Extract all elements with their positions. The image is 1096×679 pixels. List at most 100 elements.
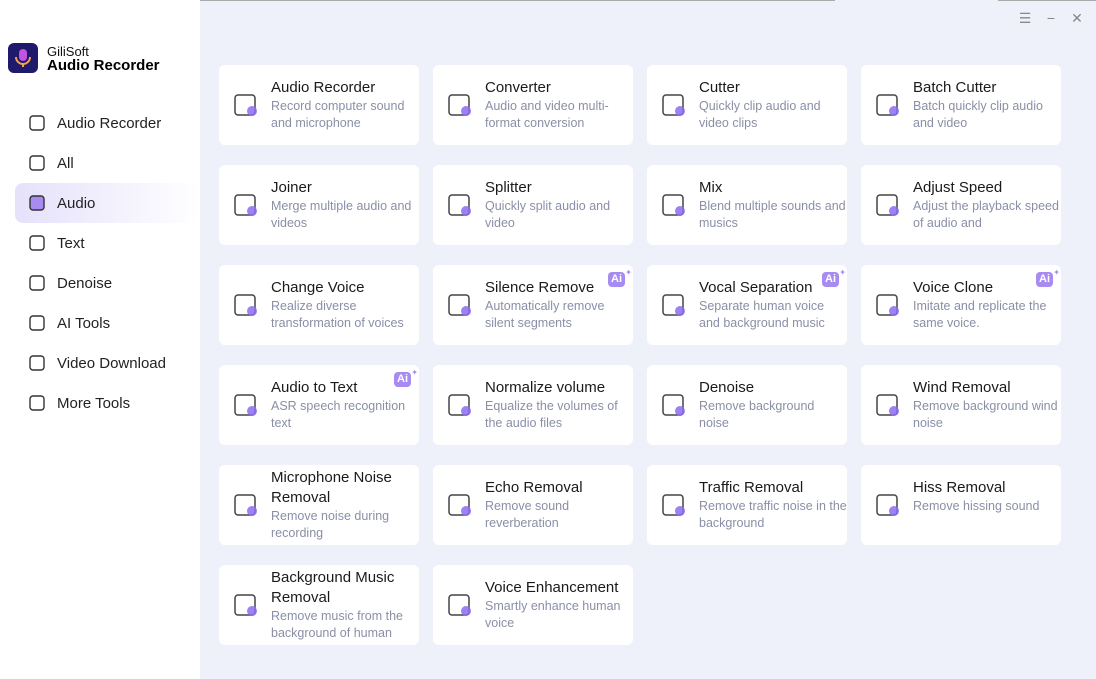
ai-badge: Ai: [1036, 266, 1060, 287]
sidebar-item-denoise[interactable]: Denoise: [15, 263, 200, 303]
tool-description: Automatically remove silent segments: [485, 299, 605, 330]
tool-description: Quickly clip audio and video clips: [699, 99, 821, 130]
tool-title: Normalize volume: [485, 379, 606, 396]
tool-card-vocal-separation[interactable]: Vocal Separation Separate human voice and…: [647, 265, 847, 345]
tool-description: Remove noise during recording: [271, 509, 390, 540]
tool-card-voice-clone[interactable]: Voice Clone Imitate and replicate the sam…: [861, 265, 1061, 345]
headphones-icon: [662, 394, 685, 416]
tool-card-denoise[interactable]: Denoise Remove background noise: [647, 365, 847, 445]
equalizer-icon: [448, 394, 471, 416]
tool-description: Batch quickly clip audio and video: [913, 99, 1043, 130]
sidebar-item-video-download[interactable]: Video Download: [15, 343, 200, 383]
window-top-border: [998, 0, 1096, 1]
ai-badge: Ai: [822, 266, 846, 287]
tool-card-normalize-volume[interactable]: Normalize volume Equalize the volumes of …: [433, 365, 633, 445]
sidebar-item-label: Audio Recorder: [57, 114, 162, 132]
sidebar-nav: Audio Recorder All Audio Text Denoise AI Tool…: [15, 103, 200, 423]
sidebar-item-audio[interactable]: Audio: [15, 183, 200, 223]
film-batch-icon: [876, 94, 899, 116]
denoise-icon: [29, 275, 45, 291]
tool-title: Mix: [699, 179, 723, 196]
tool-card-adjust-speed[interactable]: Adjust Speed Adjust the playback speed of…: [861, 165, 1061, 245]
sidebar-item-audio-recorder[interactable]: Audio Recorder: [15, 103, 200, 143]
ai-badge: Ai: [394, 366, 418, 387]
tool-card-audio-recorder[interactable]: Audio Recorder Record computer sound and …: [219, 65, 419, 145]
tool-description: Remove music from the background of huma…: [271, 609, 403, 640]
tool-card-batch-cutter[interactable]: Batch Cutter Batch quickly clip audio and…: [861, 65, 1061, 145]
sidebar-item-ai-tools[interactable]: AI Tools: [15, 303, 200, 343]
tool-title: Change Voice: [271, 279, 365, 296]
join-icon: [234, 194, 257, 216]
tool-title: Echo Removal: [485, 479, 583, 496]
tool-card-echo-removal[interactable]: Echo Removal Remove sound reverberation: [433, 465, 633, 545]
speedometer-icon: [876, 194, 899, 216]
hamburger-icon[interactable]: ☰: [1018, 10, 1032, 27]
close-icon[interactable]: ✕: [1070, 10, 1084, 27]
tool-title: Adjust Speed: [913, 179, 1003, 196]
tool-description: Imitate and replicate the same voice.: [913, 299, 1047, 330]
tool-card-cutter[interactable]: Cutter Quickly clip audio and video clips: [647, 65, 847, 145]
voice-clone-icon: [876, 294, 899, 316]
change-voice-icon: [234, 294, 257, 316]
tool-description: Remove sound reverberation: [485, 499, 570, 530]
tool-description: Remove hissing sound: [913, 499, 1040, 513]
tool-title: Hiss Removal: [913, 479, 1006, 496]
grid-icon: [29, 155, 45, 171]
tool-card-traffic-removal[interactable]: Traffic Removal Remove traffic noise in t…: [647, 465, 847, 545]
silence-icon: [448, 294, 471, 316]
sidebar-item-more-tools[interactable]: More Tools: [15, 383, 200, 423]
tool-card-mix[interactable]: Mix Blend multiple sounds and musics: [647, 165, 847, 245]
waveform-music-icon: [662, 194, 685, 216]
tool-description: Audio and video multi-format conversion: [485, 99, 609, 130]
tool-card-microphone-noise-removal[interactable]: Microphone Noise Removal Remove noise dur…: [219, 465, 419, 545]
speech-text-icon: [234, 394, 257, 416]
vocal-separation-icon: [662, 294, 685, 316]
tool-description: Remove traffic noise in the background: [699, 499, 847, 530]
product-name: Audio Recorder: [47, 57, 160, 74]
sidebar-item-label: AI Tools: [57, 314, 111, 332]
voice-enhance-icon: [448, 594, 471, 616]
tool-card-joiner[interactable]: Joiner Merge multiple audio and videos: [219, 165, 419, 245]
app-logo: [8, 43, 38, 73]
tool-title: Converter: [485, 79, 551, 96]
tool-card-change-voice[interactable]: Change Voice Realize diverse transformati…: [219, 265, 419, 345]
tool-card-silence-remove[interactable]: Silence Remove Automatically remove silen…: [433, 265, 633, 345]
tool-title: Microphone Noise Removal: [271, 469, 392, 506]
echo-icon: [448, 494, 471, 516]
minimize-icon[interactable]: −: [1044, 10, 1058, 27]
tool-card-hiss-removal[interactable]: Hiss Removal Remove hissing sound: [861, 465, 1061, 545]
sidebar-item-label: Denoise: [57, 274, 113, 292]
sidebar-item-label: Video Download: [57, 354, 166, 372]
tool-card-background-music-removal[interactable]: Background Music Removal Remove music fro…: [219, 565, 419, 645]
speaker-icon: [29, 195, 45, 211]
tool-description: Adjust the playback speed of audio and: [913, 199, 1059, 230]
tool-card-converter[interactable]: Converter Audio and video multi-format co…: [433, 65, 633, 145]
mic-noise-icon: [234, 494, 257, 516]
tool-description: Smartly enhance human voice: [485, 599, 621, 630]
tool-title: Traffic Removal: [699, 479, 804, 496]
sidebar-item-all[interactable]: All: [15, 143, 200, 183]
tool-card-voice-enhancement[interactable]: Voice Enhancement Smartly enhance human v…: [433, 565, 633, 645]
ai-icon: [29, 315, 45, 331]
tool-description: Remove background wind noise: [913, 399, 1058, 430]
converter-icon: [448, 94, 471, 116]
tool-description: ASR speech recognition text: [271, 399, 406, 430]
tool-card-splitter[interactable]: Splitter Quickly split audio and video: [433, 165, 633, 245]
car-icon: [662, 494, 685, 516]
tool-title: Denoise: [699, 379, 755, 396]
download-icon: [29, 355, 45, 371]
microphone-icon: [234, 94, 257, 116]
window-controls: ☰ − ✕: [1018, 10, 1084, 27]
sidebar: GiliSoft Audio Recorder Audio Recorder Al…: [0, 0, 200, 679]
hiss-icon: [876, 494, 899, 516]
sidebar-item-label: Text: [57, 234, 85, 252]
split-icon: [448, 194, 471, 216]
sidebar-item-label: Audio: [57, 194, 96, 212]
microphone-icon: [29, 115, 45, 131]
tool-card-audio-to-text[interactable]: Audio to Text ASR speech recognition text…: [219, 365, 419, 445]
tool-title: Background Music Removal: [271, 569, 395, 606]
window-top-border: [200, 0, 835, 1]
tool-title: Voice Enhancement: [485, 579, 619, 596]
tool-card-wind-removal[interactable]: Wind Removal Remove background wind noise: [861, 365, 1061, 445]
sidebar-item-text[interactable]: Text: [15, 223, 200, 263]
